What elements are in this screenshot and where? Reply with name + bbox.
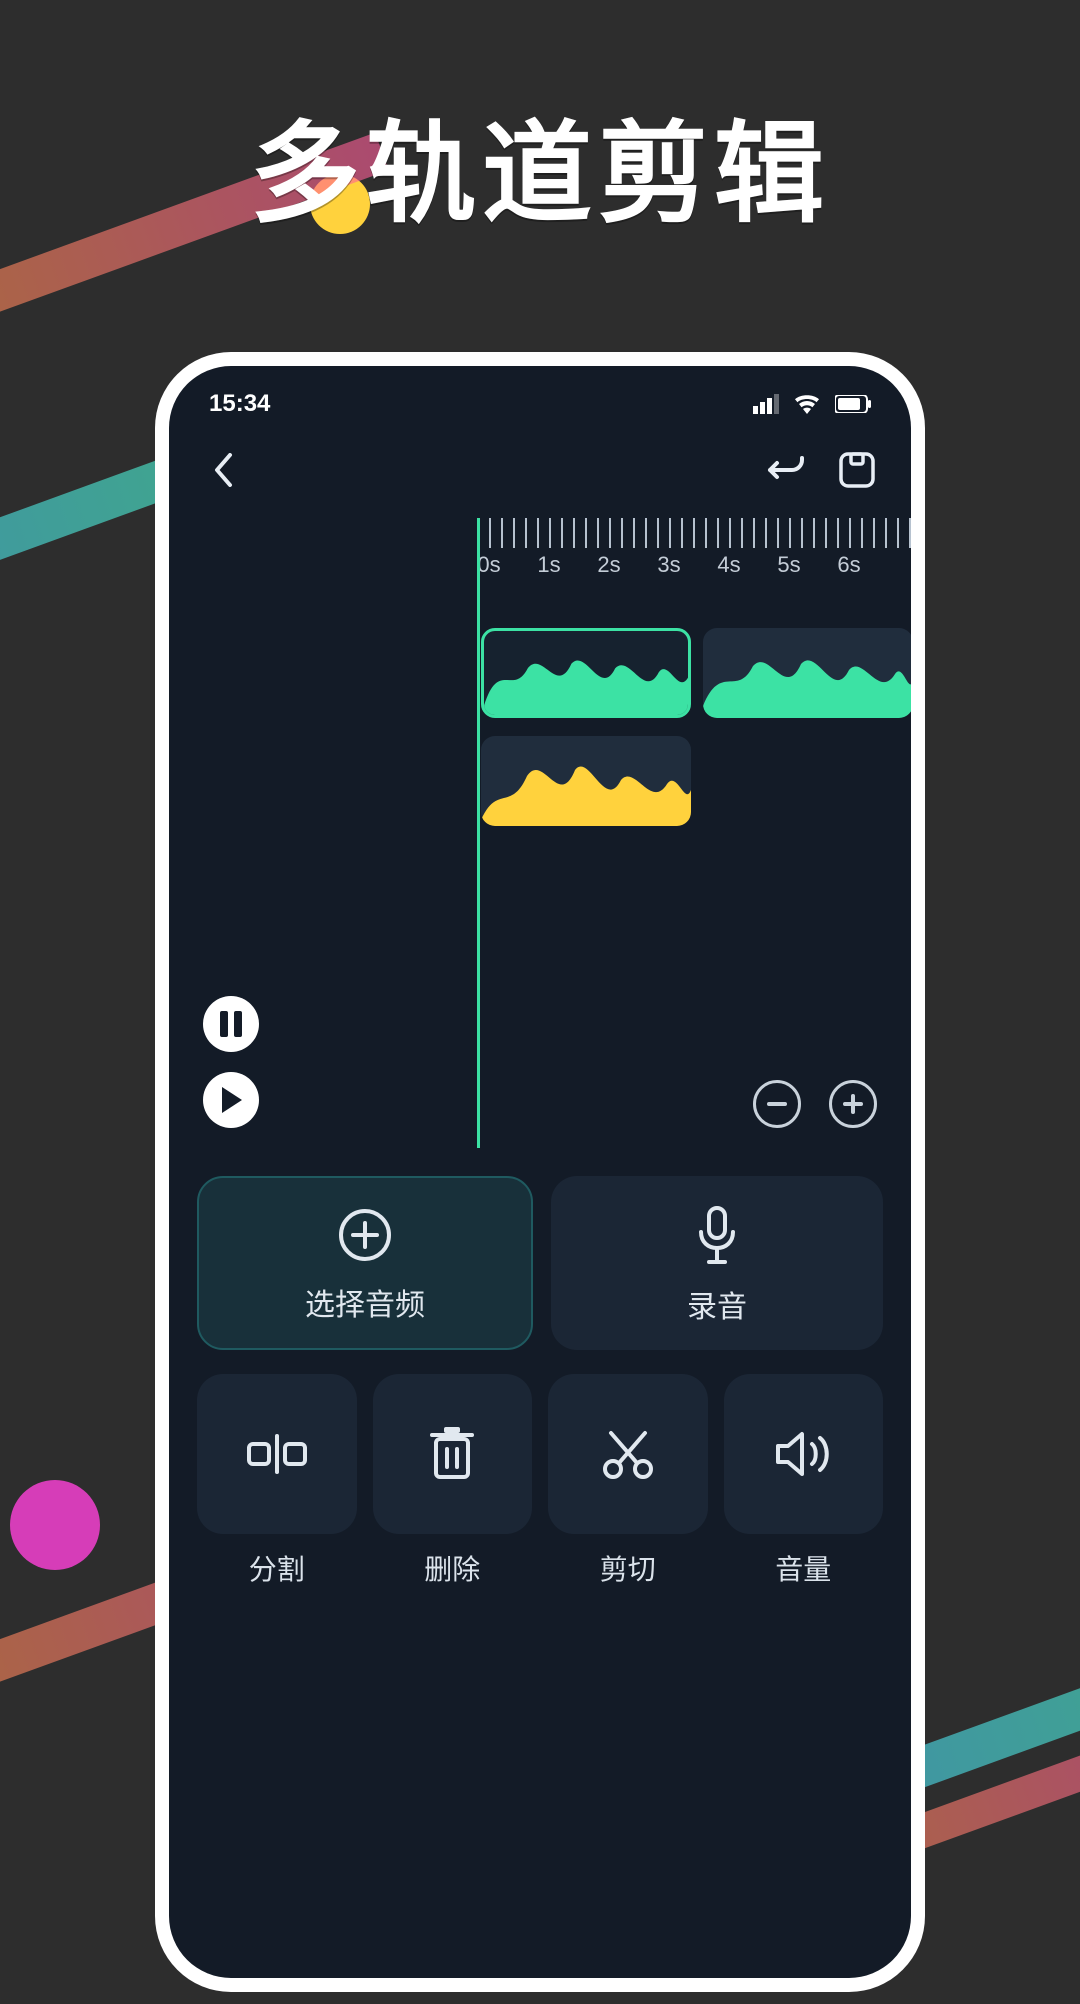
- ruler-ticks: [477, 518, 911, 548]
- record-label: 录音: [687, 1282, 747, 1326]
- split-button[interactable]: [197, 1374, 357, 1534]
- cut-label: 剪切: [548, 1548, 708, 1588]
- tool-labels: 分割 删除 剪切 音量: [169, 1534, 911, 1588]
- play-icon: [220, 1087, 242, 1113]
- screen: 15:34: [169, 366, 911, 1978]
- play-controls: [203, 996, 259, 1128]
- phone-mockup: 15:34: [155, 352, 925, 1992]
- status-bar: 15:34: [169, 366, 911, 428]
- record-card[interactable]: 录音: [551, 1176, 883, 1350]
- tick-label: 3s: [657, 552, 681, 578]
- play-button[interactable]: [203, 1072, 259, 1128]
- tick-label: 5s: [777, 552, 801, 578]
- cut-button[interactable]: [548, 1374, 708, 1534]
- trash-icon: [428, 1427, 476, 1481]
- wifi-icon: [793, 394, 821, 414]
- waveform-icon: [484, 631, 688, 715]
- plus-icon: [841, 1092, 865, 1116]
- select-audio-card[interactable]: 选择音频: [197, 1176, 533, 1350]
- zoom-in-button[interactable]: [829, 1080, 877, 1128]
- waveform-icon: [703, 628, 911, 718]
- microphone-icon: [695, 1206, 739, 1264]
- volume-label: 音量: [724, 1548, 884, 1588]
- back-button[interactable]: [203, 450, 243, 490]
- save-button[interactable]: [837, 450, 877, 490]
- split-label: 分割: [197, 1548, 357, 1588]
- timeline[interactable]: 0s 1s 2s 3s 4s 5s 6s: [169, 518, 911, 1158]
- playhead[interactable]: [477, 518, 480, 1148]
- select-audio-label: 选择音频: [305, 1280, 425, 1324]
- battery-icon: [835, 395, 871, 413]
- tick-label: 4s: [717, 552, 741, 578]
- tick-label: 6s: [837, 552, 861, 578]
- ruler-labels: 0s 1s 2s 3s 4s 5s 6s: [477, 552, 911, 578]
- cellular-icon: [753, 394, 779, 414]
- status-icons: [753, 394, 871, 414]
- ruler: 0s 1s 2s 3s 4s 5s 6s: [477, 518, 911, 588]
- audio-track-1b[interactable]: [703, 628, 911, 718]
- action-cards: 选择音频 录音: [169, 1158, 911, 1350]
- tick-label: 0s: [477, 552, 501, 578]
- bg-dot-magenta: [10, 1480, 100, 1570]
- page-title: 多轨道剪辑: [0, 84, 1080, 244]
- undo-button[interactable]: [767, 450, 807, 490]
- zoom-controls: [753, 1080, 877, 1128]
- split-icon: [247, 1430, 307, 1478]
- speaker-icon: [774, 1430, 832, 1478]
- plus-circle-icon: [338, 1208, 392, 1262]
- audio-track-2[interactable]: [481, 736, 691, 826]
- audio-track-1[interactable]: [481, 628, 691, 718]
- delete-label: 删除: [373, 1548, 533, 1588]
- nav-bar: [169, 428, 911, 510]
- scissors-icon: [601, 1427, 655, 1481]
- tick-label: 1s: [537, 552, 561, 578]
- pause-icon: [220, 1011, 242, 1037]
- pause-button[interactable]: [203, 996, 259, 1052]
- waveform-icon: [481, 736, 691, 826]
- zoom-out-button[interactable]: [753, 1080, 801, 1128]
- delete-button[interactable]: [373, 1374, 533, 1534]
- minus-icon: [765, 1092, 789, 1116]
- tool-grid: [169, 1350, 911, 1534]
- volume-button[interactable]: [724, 1374, 884, 1534]
- tick-label: 2s: [597, 552, 621, 578]
- status-time: 15:34: [209, 390, 270, 418]
